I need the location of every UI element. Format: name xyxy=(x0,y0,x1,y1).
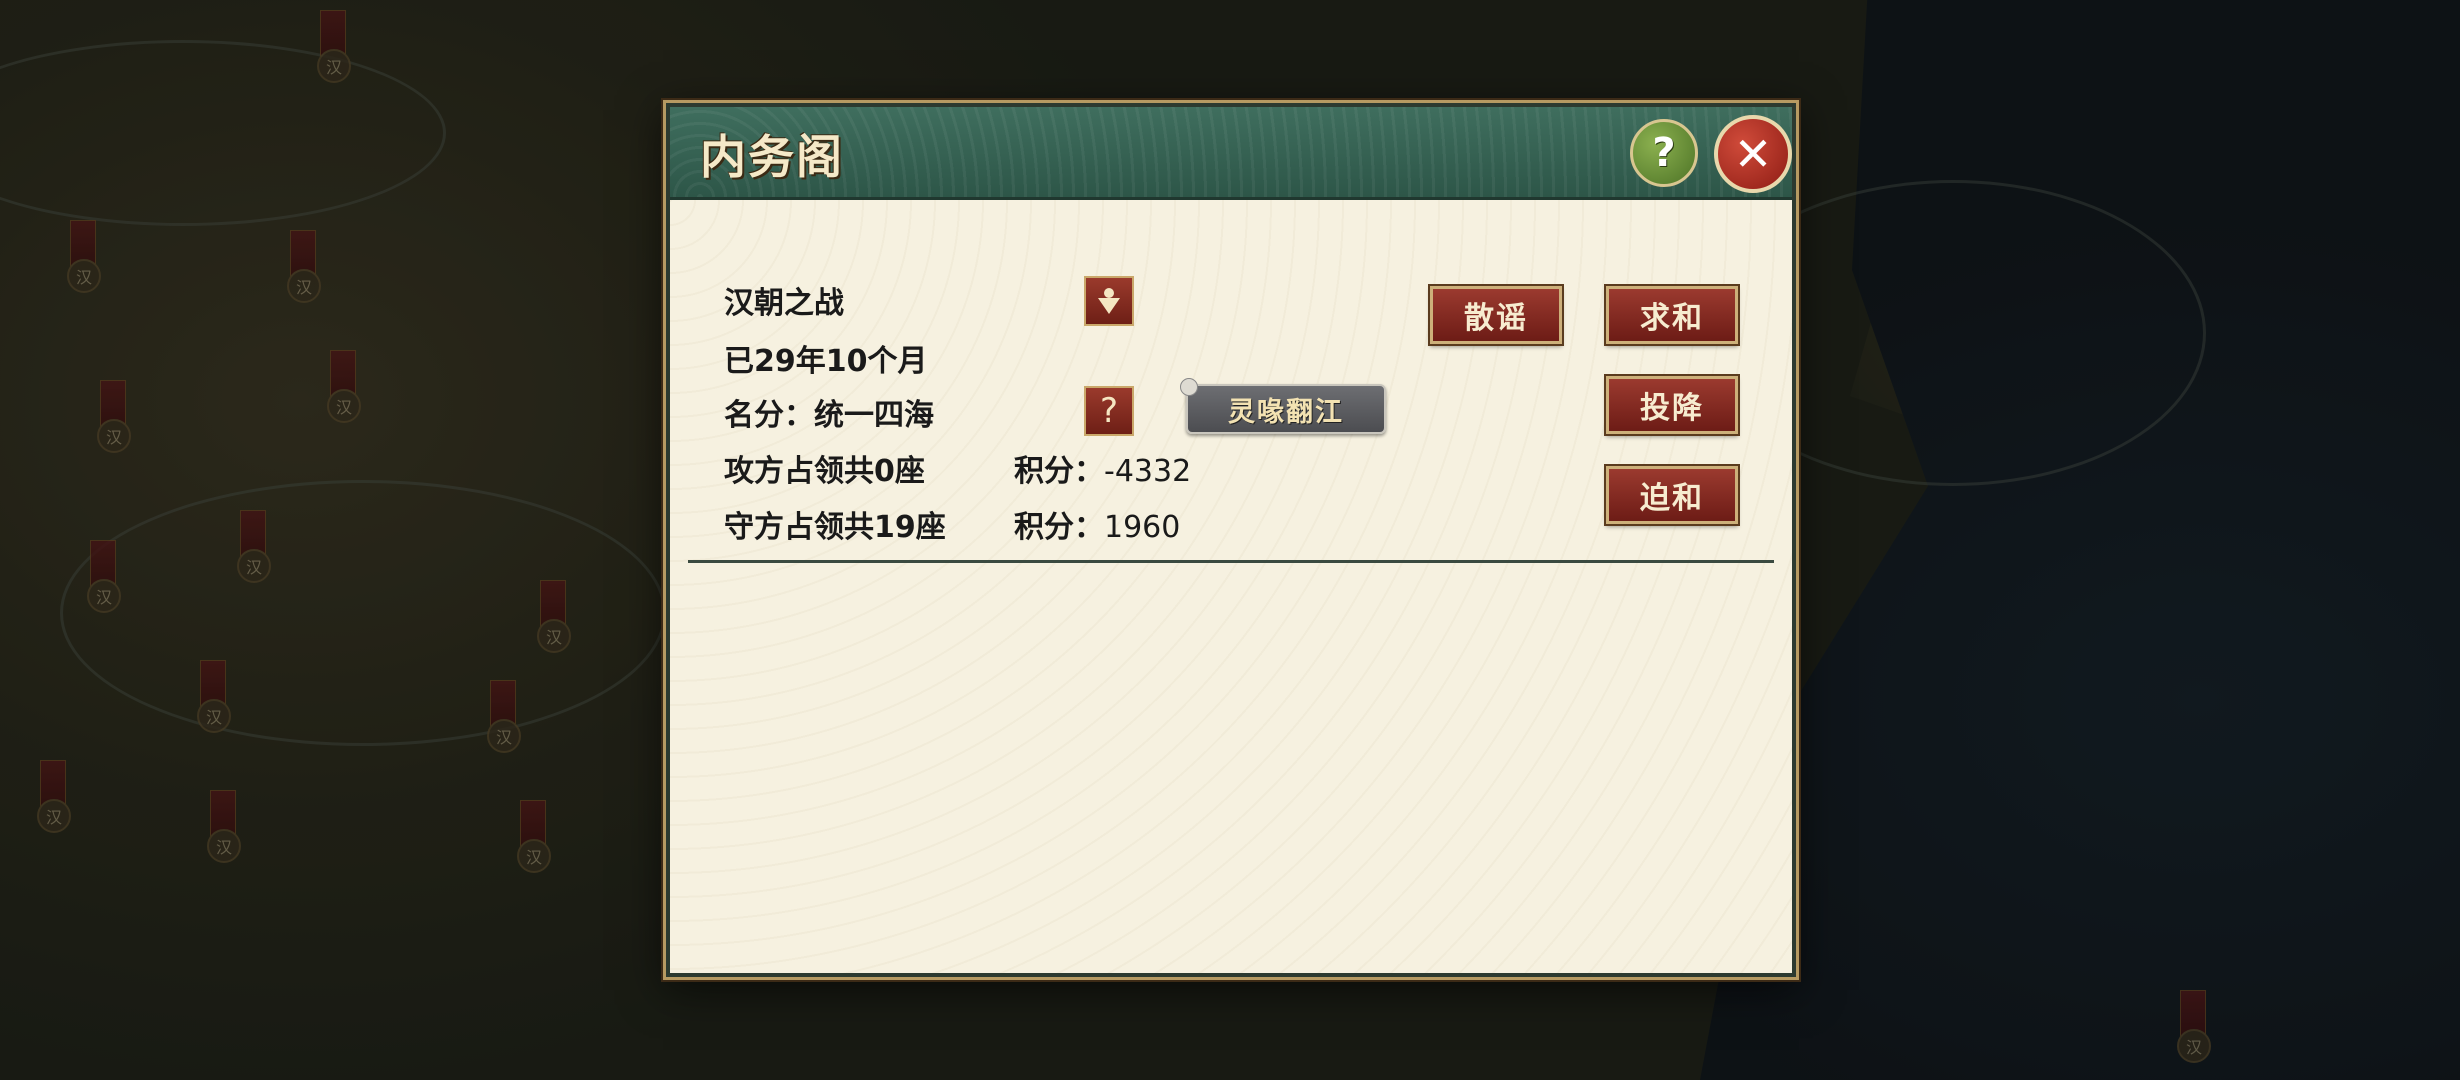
war-title-row: 名分：统一四海 xyxy=(724,390,934,434)
war-badge: 灵喙翻江 xyxy=(1180,378,1386,434)
attacker-score-row: 积分：-4332 xyxy=(1014,446,1191,490)
section-divider xyxy=(688,560,1774,563)
question-icon: ? xyxy=(1099,391,1119,431)
defender-score-row: 积分：1960 xyxy=(1014,502,1180,546)
help-button[interactable]: ? xyxy=(1630,119,1698,187)
pin-icon xyxy=(1180,378,1198,396)
war-title-value: 统一四海 xyxy=(814,398,934,433)
defender-score: 1960 xyxy=(1104,510,1181,545)
attacker-score: -4332 xyxy=(1104,454,1192,489)
defender-score-label: 积分： xyxy=(1014,510,1104,545)
expand-toggle-button[interactable] xyxy=(1084,276,1134,326)
sue-peace-button[interactable]: 求和 xyxy=(1606,286,1738,344)
surrender-button[interactable]: 投降 xyxy=(1606,376,1738,434)
arrow-down-icon xyxy=(1098,288,1120,314)
war-badge-label: 灵喙翻江 xyxy=(1228,396,1344,428)
war-name: 汉朝之战 xyxy=(724,286,844,321)
force-peace-button[interactable]: 迫和 xyxy=(1606,466,1738,524)
close-icon: ✕ xyxy=(1733,127,1773,181)
question-icon: ? xyxy=(1652,130,1676,176)
war-duration: 已29年10个月 xyxy=(724,344,928,379)
dialog-title: 内务阁 xyxy=(700,130,844,184)
attacker-score-label: 积分： xyxy=(1014,454,1104,489)
war-title-label: 名分： xyxy=(724,398,814,433)
dialog-content: 汉朝之战 已29年10个月 名分：统一四海 ? 灵喙翻江 攻方占领共0座 积分：… xyxy=(670,200,1792,973)
close-button[interactable]: ✕ xyxy=(1714,115,1792,193)
rumor-button[interactable]: 散谣 xyxy=(1430,286,1562,344)
title-info-button[interactable]: ? xyxy=(1084,386,1134,436)
attacker-occupied: 攻方占领共0座 xyxy=(724,454,925,489)
internal-affairs-dialog: 内务阁 ? ✕ 汉朝之战 已29年10个月 名分：统一四海 ? 灵喙翻江 攻方占… xyxy=(663,100,1799,980)
defender-occupied: 守方占领共19座 xyxy=(724,510,946,545)
dialog-titlebar: 内务阁 ? ✕ xyxy=(670,107,1792,200)
